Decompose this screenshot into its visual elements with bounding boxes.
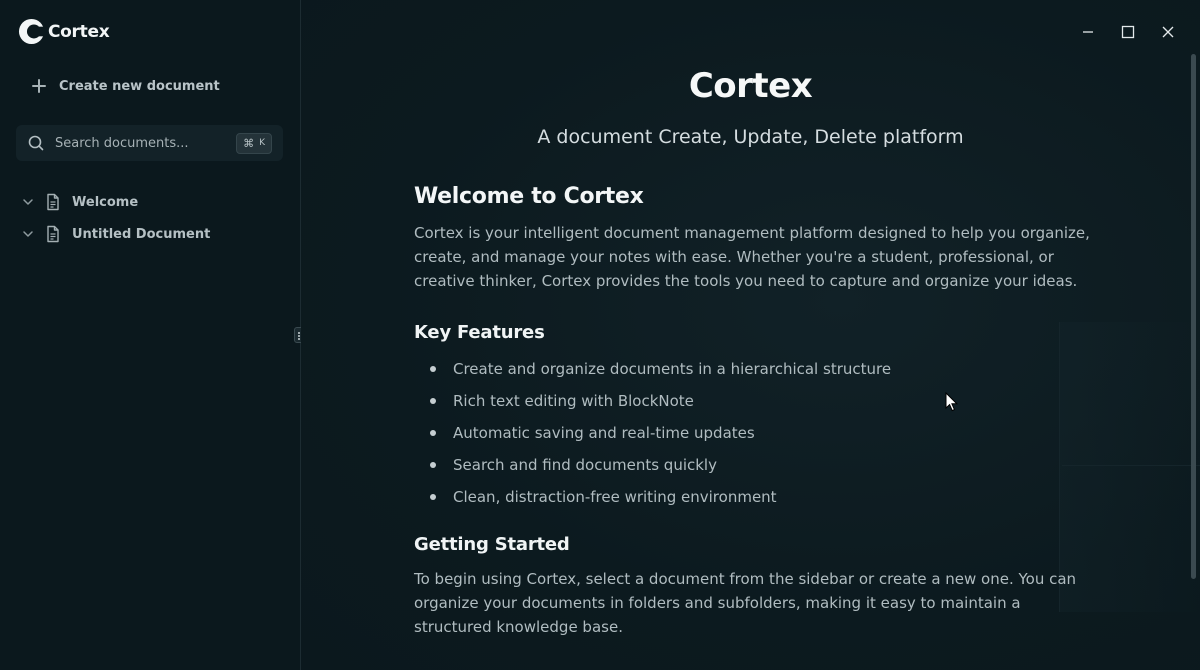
getting-started-heading: Getting Started bbox=[414, 534, 570, 555]
sidebar-item-label: Welcome bbox=[72, 194, 139, 210]
welcome-paragraph: Cortex is your intelligent document mana… bbox=[414, 224, 1090, 290]
document-view: Cortex A document Create, Update, Delete… bbox=[301, 0, 1200, 670]
search-placeholder: Search documents... bbox=[55, 135, 189, 151]
close-icon bbox=[1162, 26, 1174, 38]
page-title: Cortex bbox=[688, 66, 813, 106]
search-input[interactable]: Search documents... ⌘ K bbox=[16, 125, 283, 161]
sidebar: Cortex Create new document Search docume… bbox=[0, 0, 301, 670]
create-document-button[interactable]: Create new document bbox=[30, 74, 220, 98]
minimize-icon bbox=[1083, 31, 1093, 33]
vertical-scrollbar[interactable] bbox=[1191, 54, 1196, 579]
getting-started-paragraph: To begin using Cortex, select a document… bbox=[414, 570, 1077, 636]
list-item: Automatic saving and real-time updates bbox=[414, 417, 1094, 449]
welcome-heading: Welcome to Cortex bbox=[414, 184, 644, 209]
list-item: Search and find documents quickly bbox=[414, 449, 1094, 481]
plus-icon bbox=[30, 77, 48, 95]
maximize-icon bbox=[1121, 25, 1135, 39]
sidebar-item-welcome[interactable]: Welcome bbox=[0, 186, 300, 218]
page-subtitle: A document Create, Update, Delete platfo… bbox=[537, 126, 964, 148]
chevron-down-icon[interactable] bbox=[20, 194, 36, 210]
maximize-button[interactable] bbox=[1114, 18, 1142, 46]
file-icon bbox=[47, 225, 59, 243]
close-button[interactable] bbox=[1154, 18, 1182, 46]
command-key-icon: ⌘ bbox=[243, 136, 255, 150]
cortex-logo-icon bbox=[18, 18, 45, 45]
chevron-down-icon[interactable] bbox=[20, 226, 36, 242]
document-content[interactable]: Welcome to Cortex Cortex is your intelli… bbox=[414, 184, 1094, 639]
list-item: Create and organize documents in a hiera… bbox=[414, 353, 1094, 385]
app-logo[interactable]: Cortex bbox=[18, 18, 110, 45]
list-item: Rich text editing with BlockNote bbox=[414, 385, 1094, 417]
sidebar-item-label: Untitled Document bbox=[72, 226, 211, 242]
create-document-label: Create new document bbox=[59, 78, 220, 94]
search-shortcut-badge: ⌘ K bbox=[236, 132, 272, 154]
list-item: Clean, distraction-free writing environm… bbox=[414, 481, 1094, 513]
document-tree: Welcome Untitled Document bbox=[0, 186, 300, 250]
minimize-button[interactable] bbox=[1074, 18, 1102, 46]
search-icon bbox=[28, 135, 44, 151]
app-window: Cortex Create new document Search docume… bbox=[0, 0, 1200, 670]
app-name: Cortex bbox=[48, 21, 110, 42]
mouse-cursor-icon bbox=[945, 392, 959, 412]
features-heading: Key Features bbox=[414, 322, 545, 343]
file-icon bbox=[47, 193, 59, 211]
sidebar-item-untitled-document[interactable]: Untitled Document bbox=[0, 218, 300, 250]
features-list: Create and organize documents in a hiera… bbox=[414, 353, 1094, 513]
shortcut-key: K bbox=[259, 138, 265, 148]
